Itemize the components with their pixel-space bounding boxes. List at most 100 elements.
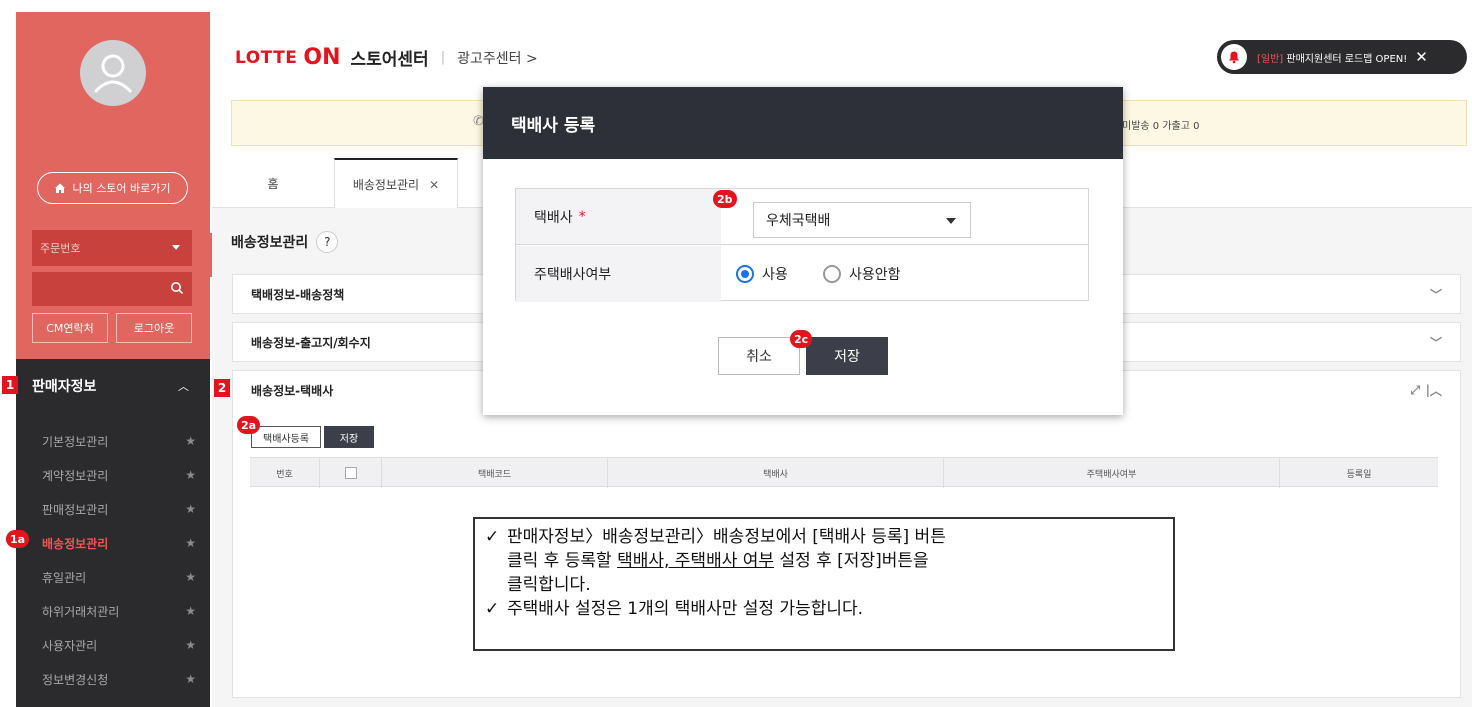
- logo-lotte-text: LOTTE: [235, 47, 298, 68]
- save-button[interactable]: 저장: [324, 426, 374, 448]
- column-header-reg-date: 등록일: [1280, 458, 1438, 488]
- notice-banner[interactable]: [일반] 판매지원센터 로드맵 OPEN! ✕: [1217, 40, 1467, 74]
- tab-delivery-info-label: 배송정보관리: [352, 178, 420, 192]
- cancel-button[interactable]: 취소: [718, 337, 800, 375]
- radio-unchecked-icon[interactable]: [823, 265, 841, 283]
- column-header-main-courier: 주택배사여부: [944, 458, 1280, 488]
- radio-use[interactable]: 사용: [736, 246, 788, 302]
- column-header-label: 번호: [276, 469, 293, 480]
- instruction-callout: ✓ 판매자정보〉배송정보관리〉배송정보에서 [택배사 등록] 버튼 클릭 후 등록…: [473, 517, 1175, 651]
- caret-down-icon: [946, 218, 956, 224]
- cancel-button-label: 취소: [746, 349, 772, 365]
- star-icon[interactable]: ★: [185, 570, 196, 584]
- sidebar-item-label: 휴일관리: [42, 570, 87, 585]
- page-root: 나의 스토어 바로가기 주문번호 CM연락처 로그아웃 ‹ 1 판매자정보 ︿ …: [0, 0, 1472, 707]
- courier-form: 택배사 * 우체국택배 주택배사여부 사용 사용안함: [515, 188, 1089, 302]
- logout-button[interactable]: 로그아웃: [116, 313, 192, 343]
- column-header-number: 번호: [250, 458, 320, 488]
- logo-on-text: ON: [303, 45, 341, 70]
- sidebar-item-label: 정보변경신청: [42, 672, 109, 687]
- sidebar-item-holiday[interactable]: 휴일관리 ★: [16, 560, 210, 594]
- check-icon: ✓: [485, 599, 500, 619]
- modal-save-button[interactable]: 저장: [806, 337, 888, 375]
- close-icon[interactable]: ✕: [1415, 48, 1428, 66]
- my-store-button[interactable]: 나의 스토어 바로가기: [37, 172, 188, 204]
- cm-contact-button[interactable]: CM연락처: [32, 313, 108, 343]
- sidebar-item-label: 계약정보관리: [42, 468, 109, 483]
- sidebar-item-delivery-info[interactable]: 배송정보관리 ★: [16, 526, 210, 560]
- callout-text: 판매자정보〉배송정보관리〉배송정보에서 [택배사 등록] 버튼: [507, 527, 946, 547]
- step-badge-1: 1: [2, 376, 18, 394]
- close-icon[interactable]: ✕: [429, 178, 439, 192]
- sidebar-section-seller-info[interactable]: 판매자정보: [32, 376, 96, 396]
- callout-text: 주택배사 설정은 1개의 택배사만 설정 가능합니다.: [507, 599, 864, 619]
- star-icon[interactable]: ★: [185, 638, 196, 652]
- tab-home[interactable]: 홈: [212, 158, 334, 208]
- courier-select-value: 우체국택배: [766, 213, 831, 229]
- sidebar-item-users[interactable]: 사용자관리 ★: [16, 628, 210, 662]
- sidebar-item-basic-info[interactable]: 기본정보관리 ★: [16, 424, 210, 458]
- chevron-down-icon[interactable]: ﹀: [1430, 286, 1442, 303]
- sidebar-search-input[interactable]: [32, 272, 192, 306]
- store-center-logo[interactable]: LOTTE ON 스토어센터 | 광고주센터 >: [235, 45, 538, 70]
- column-header-label: 택배사: [763, 469, 788, 480]
- star-icon[interactable]: ★: [185, 468, 196, 482]
- step-badge-1a: 1a: [6, 530, 30, 548]
- modal-save-button-label: 저장: [834, 349, 860, 365]
- cm-contact-label: CM연락처: [46, 322, 94, 335]
- callout-text-part: 설정 후 [저장]버튼을: [774, 551, 929, 571]
- expand-icon[interactable]: ⤢: [1410, 383, 1420, 398]
- search-icon[interactable]: [170, 281, 184, 295]
- chevron-down-icon[interactable]: ﹀: [1430, 334, 1442, 351]
- sidebar-item-sub-partner[interactable]: 하위거래처관리 ★: [16, 594, 210, 628]
- save-button-label: 저장: [339, 433, 359, 445]
- header-divider: |: [440, 50, 446, 65]
- section-label: 배송정보-출고지/회수지: [251, 335, 371, 350]
- home-icon: [55, 183, 66, 193]
- radio-checked-icon[interactable]: [736, 265, 754, 283]
- chevron-up-icon[interactable]: ︿: [1430, 382, 1442, 399]
- page-title-text: 배송정보관리: [231, 235, 309, 251]
- star-icon[interactable]: ★: [185, 536, 196, 550]
- callout-line: ✓ 주택배사 설정은 1개의 택배사만 설정 가능합니다.: [485, 597, 1163, 621]
- step-badge-2c-label: 2c: [794, 332, 809, 346]
- select-all-checkbox[interactable]: [344, 467, 357, 479]
- step-badge-2b-label: 2b: [717, 192, 733, 206]
- step-badge-1-label: 1: [5, 378, 15, 392]
- avatar[interactable]: [80, 40, 146, 106]
- order-number-select[interactable]: 주문번호: [32, 230, 192, 266]
- check-icon: ✓: [485, 527, 500, 547]
- main-courier-field-label: 주택배사여부: [516, 246, 721, 302]
- star-icon[interactable]: ★: [185, 604, 196, 618]
- radio-unused[interactable]: 사용안함: [823, 246, 901, 302]
- section-label: 배송정보-택배사: [251, 383, 334, 398]
- courier-select[interactable]: 우체국택배: [753, 202, 971, 238]
- column-header-label: 주택배사여부: [1086, 469, 1137, 480]
- tab-delivery-info[interactable]: 배송정보관리 ✕: [334, 158, 458, 209]
- register-courier-button[interactable]: 택배사등록: [251, 426, 321, 448]
- star-icon[interactable]: ★: [185, 672, 196, 686]
- sidebar-item-label: 기본정보관리: [42, 434, 109, 449]
- star-icon[interactable]: ★: [185, 434, 196, 448]
- courier-table-header: 번호 택배코드 택배사 주택배사여부 등록일: [250, 457, 1438, 488]
- help-icon[interactable]: ?: [316, 231, 339, 253]
- main-courier-label-text: 주택배사여부: [534, 267, 612, 283]
- callout-text: 클릭 후 등록할 택배사, 주택배사 여부 설정 후 [저장]버튼을: [507, 549, 929, 573]
- callout-text-part: 클릭 후 등록할: [507, 551, 618, 571]
- step-badge-2b: 2b: [713, 190, 737, 208]
- courier-register-modal: 택배사 등록 택배사 * 우체국택배 주택배사여부 사용 사용안함 취소 저장: [483, 87, 1123, 415]
- step-badge-2c: 2c: [790, 330, 813, 348]
- column-header-label: 등록일: [1346, 469, 1372, 480]
- radio-use-label: 사용: [762, 267, 788, 283]
- chevron-up-icon[interactable]: ︿: [178, 378, 189, 394]
- column-header-label: 택배코드: [477, 469, 512, 480]
- sidebar-item-sales-info[interactable]: 판매정보관리 ★: [16, 492, 210, 526]
- sidebar-item-change-request[interactable]: 정보변경신청 ★: [16, 662, 210, 696]
- sidebar-item-label: 사용자관리: [42, 638, 98, 653]
- sidebar-item-contract-info[interactable]: 계약정보관리 ★: [16, 458, 210, 492]
- ad-center-link[interactable]: 광고주센터 >: [457, 48, 538, 68]
- sidebar-section-label: 판매자정보: [32, 379, 97, 395]
- sidebar-menu: 기본정보관리 ★ 계약정보관리 ★ 판매정보관리 ★ 배송정보관리 ★ 휴일관리 ★ 하위…: [16, 424, 210, 696]
- star-icon[interactable]: ★: [185, 502, 196, 516]
- callout-line: ✓ 판매자정보〉배송정보관리〉배송정보에서 [택배사 등록] 버튼: [485, 525, 1163, 549]
